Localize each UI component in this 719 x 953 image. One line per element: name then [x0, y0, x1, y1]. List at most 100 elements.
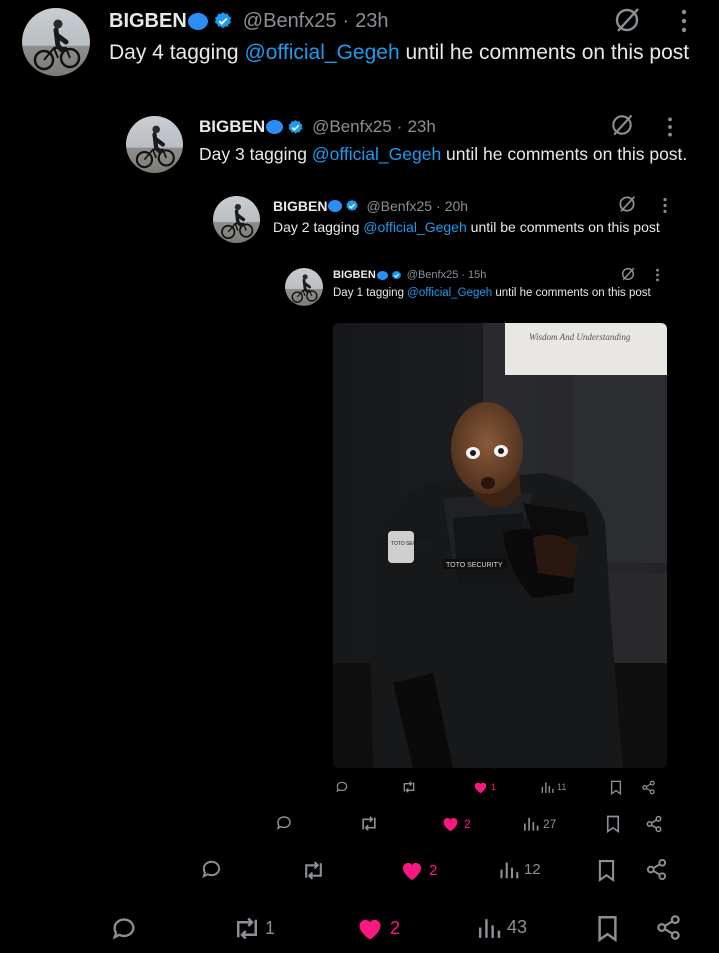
speech-bubble-emoji-icon [266, 120, 284, 134]
tweet-text-start: Day 1 tagging [333, 287, 408, 299]
like-button[interactable]: 2 [400, 859, 437, 881]
bookmark-button[interactable] [606, 815, 620, 833]
display-name[interactable]: BIGBEN [109, 10, 187, 33]
repost-icon [237, 917, 257, 940]
verified-badge-icon[interactable] [287, 119, 304, 136]
shoulder-patch [388, 531, 414, 563]
like-count: 2 [464, 816, 471, 831]
mention-link[interactable]: @official_Gegeh [244, 41, 399, 64]
heart-icon [359, 919, 381, 940]
like-button[interactable]: 1 [473, 780, 496, 794]
display-name[interactable]: BIGBEN [333, 269, 376, 281]
tweet-header: BIGBEN @Benfx25 · 23h [199, 116, 436, 138]
reply-button[interactable] [275, 814, 293, 832]
share-icon [646, 815, 662, 833]
handle[interactable]: @Benfx25 [243, 10, 337, 33]
heart-icon [443, 818, 458, 832]
reply-button[interactable] [200, 858, 223, 881]
views-button[interactable]: 27 [522, 815, 556, 832]
views-button[interactable]: 12 [498, 859, 541, 880]
views-count: 27 [543, 816, 557, 831]
more-icon[interactable] [666, 116, 674, 138]
share-button[interactable] [645, 858, 668, 881]
like-button[interactable]: 2 [356, 915, 400, 941]
separator-dot: · [396, 117, 403, 136]
tweet-text-end: until he comments on this post [399, 41, 690, 64]
more-icon[interactable] [655, 268, 660, 282]
repost-button[interactable]: 1 [232, 916, 275, 941]
handle[interactable]: @Benfx25 [312, 117, 392, 137]
like-count: 2 [429, 861, 438, 879]
views-count: 11 [557, 782, 567, 792]
avatar-image [33, 19, 81, 71]
views-button[interactable]: 43 [476, 915, 527, 940]
wall-sign [505, 323, 667, 375]
reply-button[interactable] [110, 915, 138, 943]
share-button[interactable] [655, 914, 682, 941]
tweet-text-end: until be comments on this post [466, 219, 660, 235]
speech-bubble-emoji-icon [187, 12, 208, 30]
timestamp[interactable]: 20h [445, 198, 468, 214]
avatar[interactable] [213, 196, 260, 243]
tweet-text-end: until he comments on this post. [441, 144, 688, 164]
avatar[interactable] [22, 8, 90, 76]
reply-button[interactable] [335, 780, 349, 794]
separator-dot: · [461, 269, 465, 281]
tweet-text: Day 1 tagging @official_Gegeh until he c… [333, 286, 673, 301]
bookmark-icon [606, 815, 620, 833]
grok-icon[interactable] [617, 194, 637, 214]
timestamp[interactable]: 23h [355, 10, 388, 33]
grok-icon[interactable] [612, 5, 642, 35]
mention-link[interactable]: @official_Gegeh [407, 287, 492, 299]
avatar-image [135, 125, 175, 169]
bookmark-button[interactable] [597, 915, 618, 942]
handle[interactable]: @Benfx25 [407, 269, 459, 281]
grok-icon[interactable] [620, 266, 636, 282]
like-button[interactable]: 2 [441, 815, 471, 832]
verified-badge-icon[interactable] [345, 199, 359, 213]
shoulder-patch-text: TOTO SECURITY [391, 541, 432, 547]
avatar-image [221, 203, 254, 240]
display-name[interactable]: BIGBEN [273, 198, 327, 214]
views-icon [541, 782, 554, 793]
like-count: 1 [491, 782, 497, 792]
share-icon [657, 915, 680, 940]
bookmark-button[interactable] [610, 780, 622, 795]
views-count: 12 [524, 861, 541, 878]
views-icon [500, 862, 519, 879]
tweet-text-start: Day 3 tagging [199, 144, 312, 164]
avatar[interactable] [126, 116, 183, 173]
handle[interactable]: @Benfx25 [366, 198, 432, 214]
repost-button[interactable] [359, 815, 379, 832]
speech-bubble-emoji-icon [328, 200, 343, 212]
views-button[interactable]: 11 [540, 780, 566, 794]
repost-button[interactable] [301, 860, 326, 881]
mention-link[interactable]: @official_Gegeh [312, 144, 441, 164]
bookmark-icon [610, 780, 622, 795]
timestamp[interactable]: 15h [468, 269, 486, 281]
chest-badge-text: TOTO SECURITY [446, 562, 503, 569]
display-name[interactable]: BIGBEN [199, 117, 265, 137]
tweet-header: BIGBEN @Benfx25 · 23h [109, 8, 389, 34]
repost-button[interactable] [401, 780, 417, 794]
photo-image: Wisdom And Understanding TOTO SECURITY T… [333, 323, 667, 768]
views-count: 43 [507, 917, 528, 937]
tweet-text-start: Day 2 tagging [273, 219, 364, 235]
tweet-text-start: Day 4 tagging [109, 41, 245, 64]
verified-badge-icon[interactable] [391, 270, 402, 281]
share-button[interactable] [641, 780, 656, 795]
bookmark-button[interactable] [598, 859, 615, 882]
avatar[interactable] [285, 268, 323, 306]
more-icon[interactable] [680, 8, 688, 34]
like-count: 2 [390, 917, 401, 938]
mention-link[interactable]: @official_Gegeh [363, 219, 466, 235]
more-icon[interactable] [662, 197, 668, 214]
grok-icon[interactable] [609, 112, 635, 138]
share-button[interactable] [645, 815, 663, 833]
share-icon [646, 858, 667, 881]
reply-icon [336, 781, 348, 793]
timestamp[interactable]: 23h [407, 117, 435, 137]
reply-icon [276, 816, 291, 830]
verified-badge-icon[interactable] [213, 11, 233, 31]
attached-photo[interactable]: Wisdom And Understanding TOTO SECURITY T… [333, 323, 667, 768]
